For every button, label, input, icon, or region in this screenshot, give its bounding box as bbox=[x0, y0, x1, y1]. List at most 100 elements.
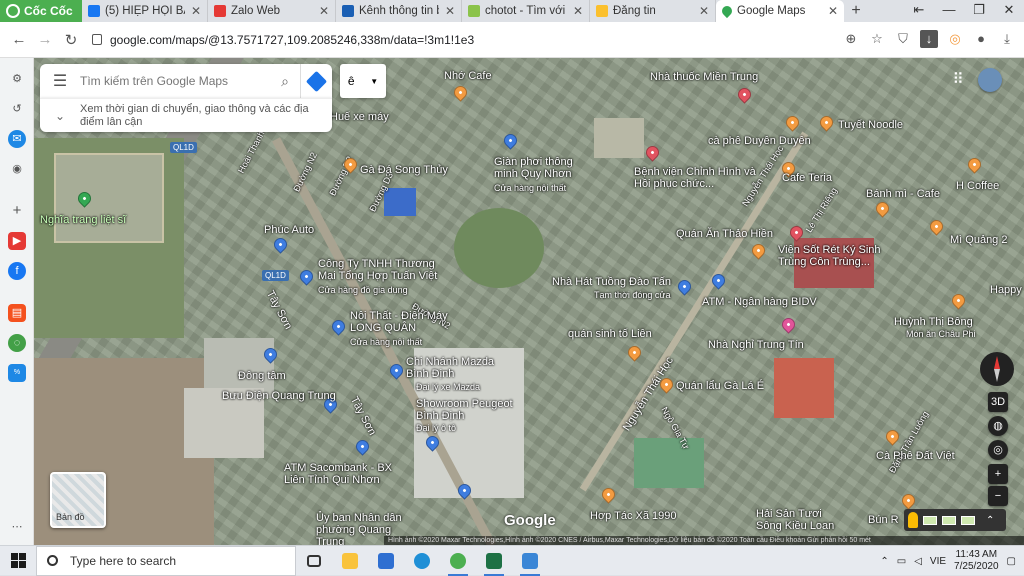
place-pin[interactable] bbox=[675, 277, 694, 296]
place-pin[interactable] bbox=[927, 217, 946, 236]
place-label[interactable]: Công Ty TNHH Thương Mại Tổng Hợp Tuấn Vi… bbox=[318, 258, 448, 282]
maximize-button[interactable]: ❐ bbox=[964, 0, 994, 22]
place-pin[interactable] bbox=[817, 113, 836, 132]
imagery-thumb[interactable] bbox=[961, 515, 975, 525]
task-view-button[interactable] bbox=[296, 546, 332, 576]
place-label[interactable]: Giàn phơi thông minh Quy Nhơn bbox=[494, 156, 584, 180]
place-label[interactable]: Nhà Nghỉ Trung Tín bbox=[708, 339, 804, 351]
minimize-button[interactable]: — bbox=[934, 0, 964, 22]
place-label[interactable]: Showroom Peugeot Bình Định bbox=[416, 398, 516, 422]
coccoc-green-icon[interactable]: ◌ bbox=[8, 334, 26, 352]
place-label[interactable]: Tuyết Noodle bbox=[838, 119, 903, 131]
url-field[interactable]: google.com/maps/@13.7571727,109.2085246,… bbox=[92, 27, 812, 53]
taskbar-search[interactable]: Type here to search bbox=[36, 545, 296, 576]
shield-icon[interactable]: ⛉ bbox=[894, 30, 912, 48]
edge-app[interactable] bbox=[404, 546, 440, 576]
globe-icon[interactable]: ◍ bbox=[988, 416, 1008, 436]
download-icon[interactable]: ↓ bbox=[920, 30, 938, 48]
language-toggle[interactable]: ê ▼ bbox=[340, 64, 386, 98]
place-label[interactable]: ATM - Ngân hàng BIDV bbox=[702, 296, 817, 308]
close-icon[interactable]: ✕ bbox=[699, 4, 709, 18]
place-label[interactable]: cà phê Duyên Duyên bbox=[708, 135, 811, 147]
tab-zalo[interactable]: Zalo Web ✕ bbox=[208, 0, 336, 22]
network-icon[interactable]: ▭ bbox=[897, 556, 906, 567]
place-label[interactable]: Viện Sốt Rét Ký Sinh Trùng Côn Trùng... bbox=[778, 244, 898, 268]
back-arrow-icon[interactable]: ← bbox=[6, 31, 32, 48]
forward-arrow-icon[interactable]: → bbox=[32, 31, 58, 48]
expand-up-icon[interactable]: ⌃ bbox=[986, 515, 994, 526]
pegman-icon[interactable] bbox=[908, 512, 918, 528]
place-label[interactable]: Huế xe máy bbox=[330, 111, 389, 123]
place-label[interactable]: quán sinh tố Liên bbox=[568, 328, 652, 340]
place-label[interactable]: Hợp Tác Xã 1990 bbox=[590, 510, 677, 522]
place-label[interactable]: Hải Sản Tươi Sông Kiều Loan bbox=[756, 508, 846, 532]
place-label[interactable]: Happy bbox=[990, 284, 1022, 296]
place-pin[interactable] bbox=[783, 113, 802, 132]
place-label[interactable]: Chi Nhánh Mazda Bình Định bbox=[406, 356, 506, 380]
chevron-up-icon[interactable]: ⌃ bbox=[880, 556, 888, 567]
place-label[interactable]: Mì Quảng 2 bbox=[950, 234, 1007, 246]
excel-app[interactable] bbox=[476, 546, 512, 576]
place-pin[interactable] bbox=[625, 343, 644, 362]
place-label[interactable]: Nhà thuốc Miền Trung bbox=[650, 71, 758, 83]
close-icon[interactable]: ✕ bbox=[319, 4, 329, 18]
shopping-icon[interactable]: ▤ bbox=[8, 304, 26, 322]
hamburger-menu-icon[interactable]: ☰ bbox=[40, 71, 80, 91]
maps-search-input[interactable] bbox=[80, 74, 270, 88]
place-label[interactable]: Cà Phê Đất Việt bbox=[876, 450, 955, 462]
youtube-icon[interactable]: ▶ bbox=[8, 232, 26, 250]
discount-icon[interactable]: % bbox=[8, 364, 26, 382]
apps-grid-icon[interactable]: ⠿ bbox=[948, 70, 968, 90]
place-pin[interactable] bbox=[899, 491, 918, 510]
place-pin[interactable] bbox=[779, 315, 798, 334]
my-location-icon[interactable]: ◎ bbox=[988, 440, 1008, 460]
place-pin[interactable] bbox=[271, 235, 290, 254]
place-pin[interactable] bbox=[451, 83, 470, 102]
place-pin[interactable] bbox=[599, 485, 618, 504]
coccoc-extension-icon[interactable]: ◎ bbox=[946, 30, 964, 48]
zoom-in-button[interactable]: + bbox=[988, 464, 1008, 484]
place-label[interactable]: H Coffee bbox=[956, 180, 999, 192]
place-pin[interactable] bbox=[965, 155, 984, 174]
place-pin[interactable] bbox=[735, 85, 754, 104]
add-circle-icon[interactable]: ⊕ bbox=[842, 30, 860, 48]
street-view-strip[interactable]: ⌃ bbox=[904, 509, 1006, 531]
photos-app[interactable] bbox=[512, 546, 548, 576]
coccoc-app[interactable] bbox=[440, 546, 476, 576]
place-label[interactable]: Quán lẩu Gà Lá É bbox=[676, 380, 764, 392]
close-icon[interactable]: ✕ bbox=[445, 4, 455, 18]
place-label[interactable]: Huỳnh Thị Bông bbox=[894, 316, 973, 328]
input-language[interactable]: VIE bbox=[930, 556, 946, 567]
tab-kenh-thong-tin[interactable]: Kênh thông tin bấ ✕ bbox=[336, 0, 462, 22]
place-pin[interactable] bbox=[297, 267, 316, 286]
facebook-sidebar-icon[interactable]: f bbox=[8, 262, 26, 280]
place-label[interactable]: Nghĩa trang liệt sĩ bbox=[40, 214, 126, 226]
history-icon[interactable]: ↺ bbox=[8, 100, 26, 118]
place-label[interactable]: Bánh mì - Cafe bbox=[866, 188, 940, 200]
add-icon[interactable]: + bbox=[8, 202, 26, 220]
commute-panel[interactable]: ⌄ Xem thời gian di chuyển, giao thông và… bbox=[40, 98, 332, 132]
tab-hiep-hoi[interactable]: (5) HIỆP HỘI BẤT Đ ✕ bbox=[82, 0, 208, 22]
volume-icon[interactable]: ◁ bbox=[914, 556, 922, 567]
view-3d-button[interactable]: 3D bbox=[988, 392, 1008, 412]
chevron-down-icon[interactable]: ⌄ bbox=[40, 109, 80, 123]
browser-brand[interactable]: Cốc Cốc bbox=[0, 0, 82, 22]
place-label[interactable]: Nhà Hát Tuồng Đào Tấn bbox=[552, 276, 671, 288]
place-label[interactable]: Nội Thất - Điện Máy LONG QUÂN bbox=[350, 310, 450, 334]
star-icon[interactable]: ☆ bbox=[868, 30, 886, 48]
messenger-icon[interactable]: ✉ bbox=[8, 130, 26, 148]
close-icon[interactable]: ✕ bbox=[828, 4, 838, 18]
place-pin[interactable] bbox=[949, 291, 968, 310]
tab-dang-tin[interactable]: Đăng tin ✕ bbox=[590, 0, 716, 22]
account-avatar[interactable] bbox=[978, 68, 1002, 92]
zoom-out-button[interactable]: − bbox=[988, 486, 1008, 506]
imagery-thumb[interactable] bbox=[942, 515, 956, 525]
new-tab-button[interactable]: + bbox=[844, 0, 868, 22]
more-icon[interactable]: ⋯ bbox=[8, 518, 26, 536]
mail-app[interactable] bbox=[368, 546, 404, 576]
start-button[interactable] bbox=[0, 546, 36, 576]
map-layer-toggle[interactable]: Bản đồ bbox=[50, 472, 106, 528]
back-history-icon[interactable]: ⇤ bbox=[904, 0, 934, 22]
place-label[interactable]: Nhớ Cafe bbox=[444, 70, 492, 82]
imagery-thumb[interactable] bbox=[923, 515, 937, 525]
